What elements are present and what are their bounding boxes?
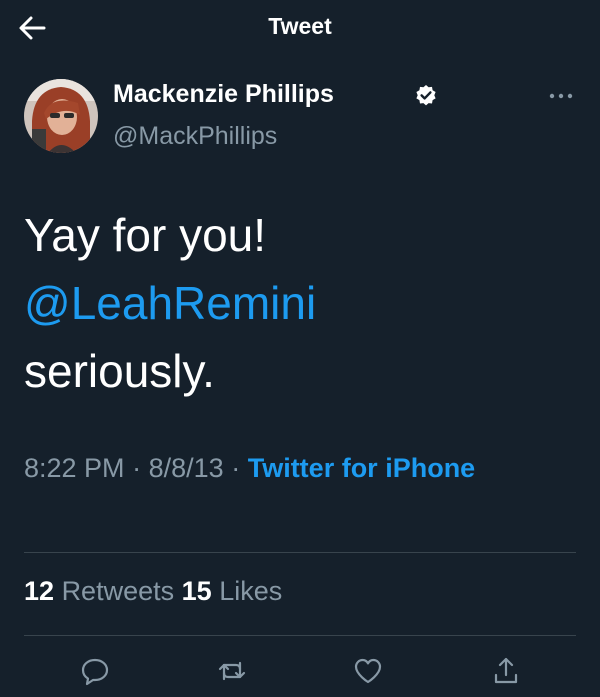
meta-separator: ·	[231, 453, 241, 483]
mention-link[interactable]: @LeahRemini	[24, 269, 564, 337]
share-icon[interactable]	[490, 655, 522, 687]
more-icon[interactable]	[544, 84, 578, 108]
author-handle[interactable]: @MackPhillips	[113, 122, 277, 151]
author-display-name[interactable]: Mackenzie Phillips	[113, 80, 334, 109]
tweet-time: 8:22 PM	[24, 453, 125, 483]
tweet-text-line: seriously.	[24, 345, 215, 397]
avatar[interactable]	[24, 79, 98, 153]
reply-icon[interactable]	[79, 655, 111, 687]
retweets-label[interactable]: Retweets	[62, 576, 175, 606]
page-title: Tweet	[268, 13, 332, 39]
retweets-count[interactable]: 12	[24, 576, 54, 606]
tweet-metadata: 8:22 PM · 8/8/13 · Twitter for iPhone	[24, 447, 564, 489]
like-icon[interactable]	[352, 655, 384, 687]
tweet-text-line: Yay for you!	[24, 209, 267, 261]
tweet-source-link[interactable]: Twitter for iPhone	[248, 453, 476, 483]
meta-separator: ·	[132, 453, 142, 483]
likes-label[interactable]: Likes	[219, 576, 282, 606]
likes-count[interactable]: 15	[182, 576, 212, 606]
engagement-stats: 12 Retweets 15 Likes	[24, 576, 282, 607]
divider	[24, 635, 576, 636]
divider	[24, 552, 576, 553]
tweet-text: Yay for you! @LeahRemini seriously.	[24, 201, 564, 405]
top-bar: Tweet	[0, 0, 600, 56]
retweet-icon[interactable]	[216, 655, 248, 687]
tweet-date: 8/8/13	[148, 453, 224, 483]
verified-badge-icon	[414, 84, 438, 108]
